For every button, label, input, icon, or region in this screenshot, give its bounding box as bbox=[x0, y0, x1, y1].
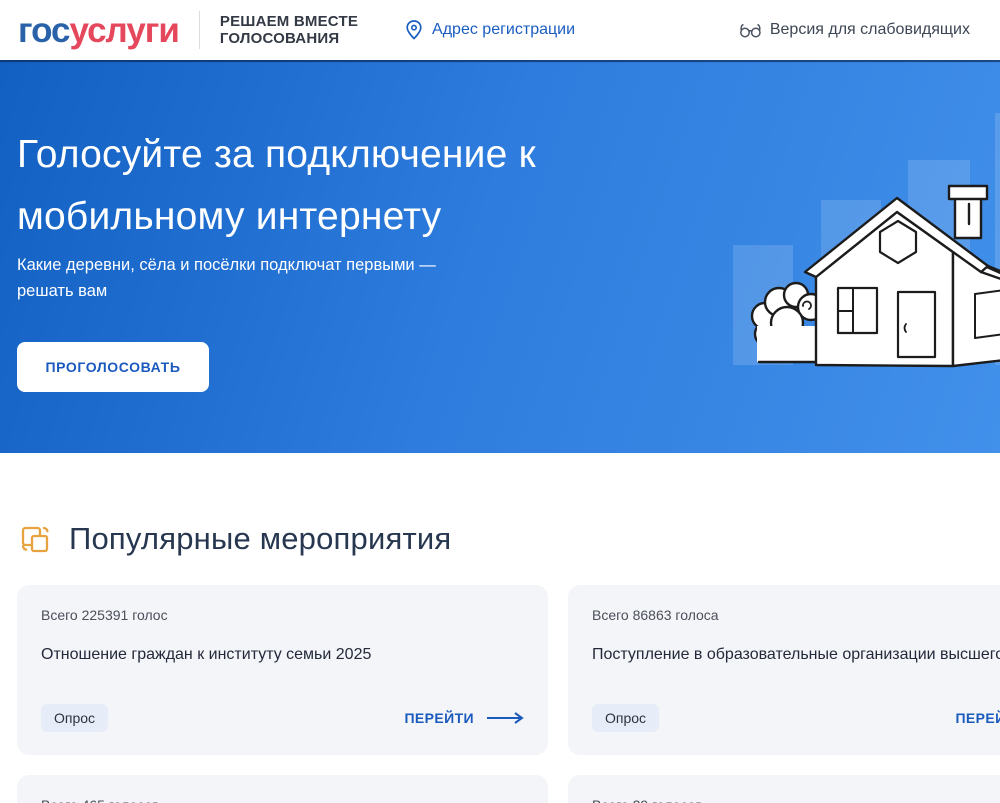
registration-address-link[interactable]: Адрес регистрации bbox=[404, 19, 575, 41]
brand-line2: ГОЛОСОВАНИЯ bbox=[220, 30, 358, 47]
card-bottom-row: Опрос ПЕРЕЙТИ bbox=[592, 704, 1000, 732]
accessibility-version-label: Версия для слабовидящих bbox=[770, 21, 970, 39]
goto-link[interactable]: ПЕРЕЙТИ bbox=[955, 710, 1000, 726]
popular-section-header: Популярные мероприятия bbox=[17, 521, 1000, 557]
arrow-right-icon bbox=[486, 712, 524, 724]
event-card: Всего 225391 голос Отношение граждан к и… bbox=[17, 585, 548, 755]
votes-count: Всего 29 голосов bbox=[592, 797, 1000, 803]
top-header: госуслуги РЕШАЕМ ВМЕСТЕ ГОЛОСОВАНИЯ Адре… bbox=[0, 0, 1000, 60]
popular-events-section: Популярные мероприятия Всего 225391 голо… bbox=[0, 521, 1000, 803]
brand-line1: РЕШАЕМ ВМЕСТЕ bbox=[220, 13, 358, 30]
card-bottom-row: Опрос ПЕРЕЙТИ bbox=[41, 704, 524, 732]
location-pin-icon bbox=[404, 19, 424, 41]
event-title: Отношение граждан к институту семьи 2025 bbox=[41, 644, 524, 666]
vote-button[interactable]: ПРОГОЛОСОВАТЬ bbox=[17, 342, 209, 392]
section-title: Популярные мероприятия bbox=[69, 521, 451, 557]
event-card: Всего 29 голосов bbox=[568, 775, 1000, 803]
header-divider bbox=[199, 11, 200, 49]
cloud-shape bbox=[752, 283, 824, 362]
hero-title: Голосуйте за подключение к мобильному ин… bbox=[17, 124, 536, 248]
event-card: Всего 86863 голоса Поступление в образов… bbox=[568, 585, 1000, 755]
logo-part-uslugi: услуги bbox=[70, 11, 179, 50]
hero-subtitle: Какие деревни, сёла и посёлки подключат … bbox=[17, 252, 436, 304]
glasses-icon bbox=[739, 21, 762, 39]
event-type-badge: Опрос bbox=[41, 704, 108, 732]
gosuslugi-logo[interactable]: госуслуги bbox=[18, 13, 179, 48]
accessibility-version-link[interactable]: Версия для слабовидящих bbox=[739, 21, 970, 39]
event-cards-grid: Всего 225391 голос Отношение граждан к и… bbox=[17, 585, 1000, 803]
hero-subtitle-line2: решать вам bbox=[17, 278, 436, 304]
hero-subtitle-line1: Какие деревни, сёла и посёлки подключат … bbox=[17, 252, 436, 278]
hero-title-line2: мобильному интернету bbox=[17, 186, 536, 248]
hero-banner: Голосуйте за подключение к мобильному ин… bbox=[0, 60, 1000, 453]
event-card: Всего 465 голосов bbox=[17, 775, 548, 803]
event-type-badge: Опрос bbox=[592, 704, 659, 732]
registration-address-label: Адрес регистрации bbox=[432, 21, 575, 39]
votes-count: Всего 465 голосов bbox=[41, 797, 524, 803]
votes-count: Всего 225391 голос bbox=[41, 607, 524, 623]
hero-title-line1: Голосуйте за подключение к bbox=[17, 124, 536, 186]
events-icon bbox=[17, 521, 53, 557]
event-title: Поступление в образовательные организаци… bbox=[592, 644, 1000, 666]
logo-part-gos: гос bbox=[18, 11, 70, 50]
goto-link[interactable]: ПЕРЕЙТИ bbox=[404, 710, 524, 726]
votes-count: Всего 86863 голоса bbox=[592, 607, 1000, 623]
brand-title: РЕШАЕМ ВМЕСТЕ ГОЛОСОВАНИЯ bbox=[220, 13, 358, 47]
house-illustration bbox=[743, 176, 1000, 372]
goto-link-label: ПЕРЕЙТИ bbox=[404, 710, 474, 726]
goto-link-label: ПЕРЕЙТИ bbox=[955, 710, 1000, 726]
